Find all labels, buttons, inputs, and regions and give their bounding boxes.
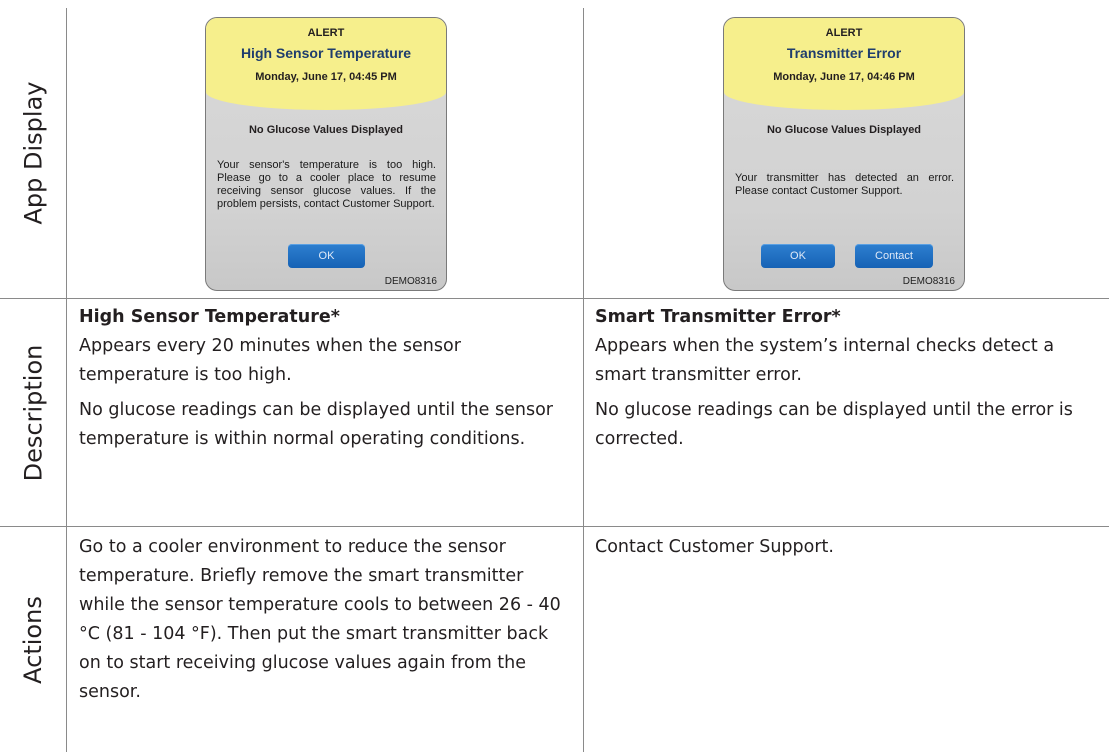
row-label-actions: Actions	[0, 527, 66, 752]
row-divider-2	[0, 526, 1109, 527]
actions-text: Contact Customer Support.	[595, 537, 834, 557]
description-left: High Sensor Temperature* Appears every 2…	[79, 303, 573, 454]
description-paragraph: No glucose readings can be displayed unt…	[79, 400, 553, 449]
description-paragraph: Appears every 20 minutes when the sensor…	[79, 336, 461, 385]
description-heading: High Sensor Temperature*	[79, 307, 340, 327]
high-sensor-temperature-screen: ALERT High Sensor Temperature Monday, Ju…	[205, 17, 447, 291]
contact-button[interactable]: Contact	[855, 244, 933, 268]
demo-code: DEMO8316	[902, 276, 955, 287]
table-border-left	[66, 8, 67, 752]
description-right: Smart Transmitter Error* Appears when th…	[595, 303, 1100, 454]
alert-title: High Sensor Temperature	[240, 45, 412, 61]
description-paragraph: No glucose readings can be displayed unt…	[595, 400, 1073, 449]
alert-title: Transmitter Error	[786, 45, 902, 61]
ok-button[interactable]: OK	[761, 244, 835, 268]
row-label-description-text: Description	[19, 344, 47, 481]
alert-date: Monday, June 17, 04:45 PM	[255, 71, 397, 83]
alert-header: ALERT High Sensor Temperature Monday, Ju…	[206, 18, 446, 110]
alert-message: Your transmitter has detected an error. …	[735, 172, 954, 197]
demo-code: DEMO8316	[384, 276, 437, 287]
row-divider-1	[0, 298, 1109, 299]
actions-text: Go to a cooler environment to reduce the…	[79, 537, 561, 702]
alert-label: ALERT	[825, 27, 863, 39]
description-paragraph: Appears when the system’s internal check…	[595, 336, 1055, 385]
description-heading: Smart Transmitter Error*	[595, 307, 841, 327]
row-label-description: Description	[0, 299, 66, 526]
row-label-app-display-text: App Display	[19, 81, 48, 225]
row-label-app-display: App Display	[0, 8, 66, 298]
alert-label: ALERT	[307, 27, 345, 39]
actions-left: Go to a cooler environment to reduce the…	[79, 533, 573, 707]
row-label-actions-text: Actions	[19, 595, 48, 684]
no-glucose-values-text: No Glucose Values Displayed	[766, 124, 922, 136]
ok-button[interactable]: OK	[288, 244, 365, 268]
alert-header: ALERT Transmitter Error Monday, June 17,…	[724, 18, 964, 110]
transmitter-error-screen: ALERT Transmitter Error Monday, June 17,…	[723, 17, 965, 291]
alert-message: Your sensor's temperature is too high. P…	[217, 159, 436, 210]
table-divider-middle	[583, 8, 584, 752]
actions-right: Contact Customer Support.	[595, 533, 1100, 562]
alert-date: Monday, June 17, 04:46 PM	[773, 71, 915, 83]
no-glucose-values-text: No Glucose Values Displayed	[248, 124, 404, 136]
